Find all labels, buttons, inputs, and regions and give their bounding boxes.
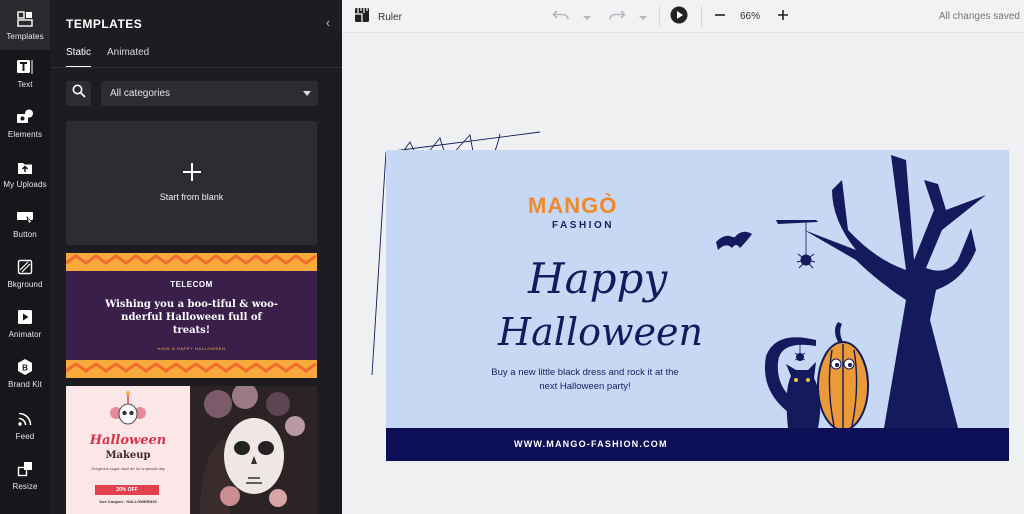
redo-button[interactable] bbox=[608, 8, 626, 26]
toolbar-divider bbox=[701, 6, 702, 27]
ruler-icon bbox=[354, 7, 370, 28]
headline-line-2[interactable]: Halloween bbox=[498, 310, 703, 354]
footer-band[interactable]: WWW.MANGO-FASHION.COM bbox=[386, 428, 1009, 461]
rail-label: Elements bbox=[7, 129, 43, 139]
sugar-skull-portrait-image bbox=[190, 386, 317, 514]
ruler-toggle[interactable]: Ruler bbox=[354, 7, 402, 28]
start-from-blank-card[interactable]: Start from blank bbox=[66, 121, 317, 245]
caret-down-icon bbox=[303, 91, 311, 96]
headline-line-1[interactable]: Happy bbox=[528, 254, 667, 303]
undo-button[interactable] bbox=[552, 8, 570, 26]
caret-down-icon bbox=[638, 8, 648, 26]
template-left-panel: Halloween Makeup Gorgeous sugar skull ar… bbox=[66, 386, 190, 514]
rail-label: My Uploads bbox=[3, 179, 47, 189]
plus-icon bbox=[183, 163, 201, 181]
zoom-out-button[interactable] bbox=[711, 8, 729, 26]
design-artboard[interactable]: MANGÒ FASHION Happy Halloween Buy a new … bbox=[386, 150, 1009, 461]
animator-icon bbox=[16, 308, 34, 326]
start-from-blank-label: Start from blank bbox=[159, 192, 224, 202]
templates-icon bbox=[16, 10, 34, 28]
panel-title: TEMPLATES bbox=[66, 17, 143, 31]
search-icon bbox=[72, 84, 86, 103]
rail-item-feed[interactable]: Feed bbox=[0, 400, 50, 450]
rail-label: Feed bbox=[15, 431, 35, 441]
template-headline: Wishing you a boo-tiful & woo-nderful Ha… bbox=[105, 299, 278, 336]
rail-item-templates[interactable]: Templates bbox=[0, 0, 50, 50]
templates-panel: TEMPLATES ‹ Static Animated All categori… bbox=[50, 0, 342, 514]
template-offer-badge: 20% OFF bbox=[95, 485, 159, 495]
template-brand: TELECOM bbox=[170, 280, 213, 289]
search-button[interactable] bbox=[66, 81, 91, 106]
bat-graphic bbox=[716, 231, 752, 250]
zoom-in-button[interactable] bbox=[774, 8, 792, 26]
template-subtitle: Makeup bbox=[105, 450, 151, 461]
rail-label: Bkground bbox=[7, 279, 43, 289]
upload-icon bbox=[16, 158, 34, 176]
rail-item-animator[interactable]: Animator bbox=[0, 298, 50, 348]
rail-item-button[interactable]: Button bbox=[0, 198, 50, 248]
brand-logo[interactable]: MANGÒ bbox=[528, 193, 617, 219]
zoom-level[interactable]: 66% bbox=[740, 11, 760, 22]
spider-graphic bbox=[796, 220, 816, 269]
rail-label: Resize bbox=[12, 481, 38, 491]
template-subtext: HAVE A HAPPY HALLOWEEN bbox=[157, 346, 226, 351]
website-url[interactable]: WWW.MANGO-FASHION.COM bbox=[514, 439, 668, 449]
background-icon bbox=[16, 258, 34, 276]
play-icon bbox=[670, 6, 688, 29]
divider bbox=[50, 67, 342, 68]
rail-label: Text bbox=[17, 79, 33, 89]
rail-item-resize[interactable]: Resize bbox=[0, 450, 50, 500]
ruler-label: Ruler bbox=[378, 11, 402, 23]
template-thumbnail-halloween-makeup[interactable]: Halloween Makeup Gorgeous sugar skull ar… bbox=[66, 386, 317, 514]
redo-history-dropdown[interactable] bbox=[634, 8, 652, 26]
chevron-left-icon: ‹ bbox=[325, 14, 331, 30]
category-select-value: All categories bbox=[110, 88, 171, 99]
top-toolbar: Ruler 66% All changes saved bbox=[342, 0, 1024, 33]
tab-static[interactable]: Static bbox=[66, 47, 91, 58]
halloween-illustration bbox=[716, 155, 986, 431]
template-coupon-text: Use Coupon : HALLOWEEN20 bbox=[99, 499, 157, 504]
cat-graphic bbox=[764, 337, 821, 428]
caret-down-icon bbox=[582, 8, 592, 26]
pumpkin-graphic bbox=[817, 322, 869, 431]
skull-flowers-graphic bbox=[110, 391, 146, 425]
rail-item-bkground[interactable]: Bkground bbox=[0, 248, 50, 298]
rail-label: Animator bbox=[8, 329, 42, 339]
redo-icon bbox=[608, 8, 626, 27]
template-thumbnail-telecom[interactable]: TELECOM Wishing you a boo-tiful & woo-nd… bbox=[66, 253, 317, 378]
toolbar-divider bbox=[659, 6, 660, 27]
plus-icon bbox=[777, 8, 789, 26]
brand-kit-icon: B bbox=[16, 358, 34, 376]
rail-item-elements[interactable]: Elements bbox=[0, 98, 50, 148]
tab-animated[interactable]: Animated bbox=[107, 47, 149, 58]
button-icon bbox=[16, 208, 34, 226]
rail-item-brand-kit[interactable]: B Brand Kit bbox=[0, 348, 50, 398]
rail-item-my-uploads[interactable]: My Uploads bbox=[0, 148, 50, 198]
elements-icon bbox=[16, 108, 34, 126]
rail-item-text[interactable]: Text bbox=[0, 48, 50, 98]
minus-icon bbox=[714, 8, 726, 26]
resize-icon bbox=[16, 460, 34, 478]
svg-text:B: B bbox=[22, 363, 28, 372]
category-select[interactable]: All categories bbox=[101, 81, 318, 106]
sugar-skull-photo bbox=[190, 386, 317, 514]
save-status: All changes saved bbox=[938, 11, 1020, 22]
tool-rail: Templates Text Elements My Uploads Butto… bbox=[0, 0, 50, 514]
template-title: Halloween bbox=[89, 433, 167, 448]
undo-history-dropdown[interactable] bbox=[578, 8, 596, 26]
body-text[interactable]: Buy a new little black dress and rock it… bbox=[490, 366, 680, 394]
undo-icon bbox=[552, 8, 570, 27]
canvas-area[interactable]: MANGÒ FASHION Happy Halloween Buy a new … bbox=[342, 34, 1024, 514]
rail-label: Templates bbox=[6, 31, 44, 41]
play-preview-button[interactable] bbox=[670, 6, 688, 29]
text-icon bbox=[16, 58, 34, 76]
rail-label: Brand Kit bbox=[8, 379, 42, 389]
brand-logo-subtitle[interactable]: FASHION bbox=[552, 220, 614, 231]
app-root: Templates Text Elements My Uploads Butto… bbox=[0, 0, 1024, 514]
feed-icon bbox=[16, 410, 34, 428]
template-description: Gorgeous sugar skull art for a special d… bbox=[91, 466, 165, 471]
collapse-panel-button[interactable]: ‹ bbox=[320, 14, 336, 30]
rail-label: Button bbox=[13, 229, 37, 239]
